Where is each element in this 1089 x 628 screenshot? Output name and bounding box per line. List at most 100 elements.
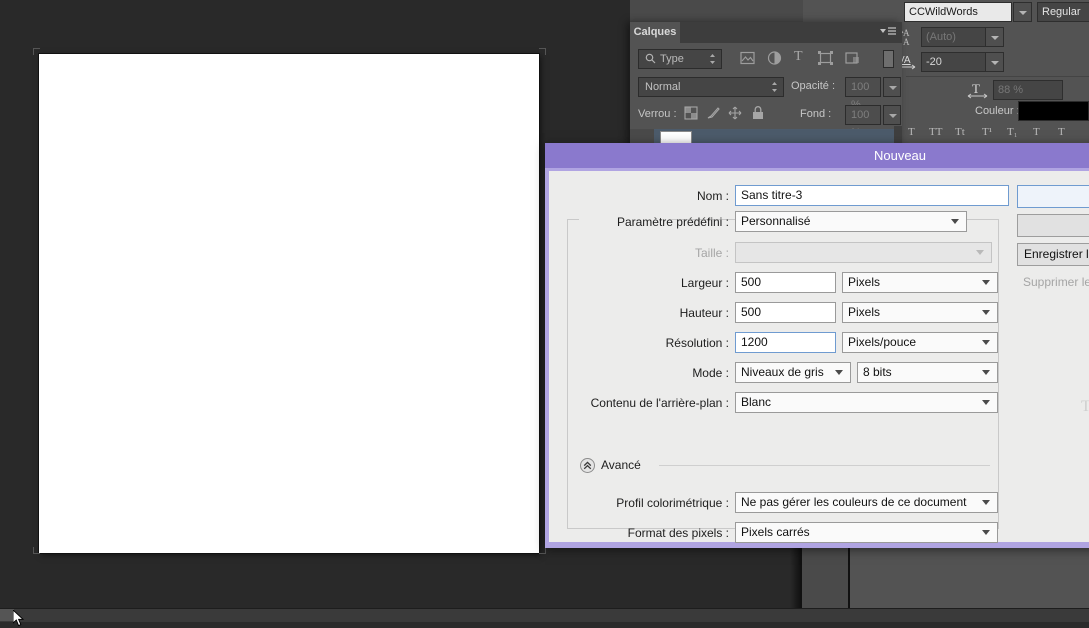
chevron-updown-icon[interactable] (771, 81, 778, 94)
lock-transparent-icon[interactable] (684, 106, 698, 123)
width-label: Largeur : (680, 276, 729, 290)
name-input[interactable]: Sans titre-3 (735, 185, 1009, 206)
ok-button[interactable] (1017, 185, 1089, 208)
chevron-down-icon (982, 309, 990, 317)
tracking-dropdown-arrow[interactable] (985, 52, 1004, 72)
width-unit-select[interactable]: Pixels (842, 272, 998, 293)
chevron-down-icon (951, 218, 959, 226)
preset-select[interactable]: Personnalisé (735, 211, 967, 232)
chevron-updown-icon[interactable] (709, 53, 716, 66)
pixel-aspect-label: Format des pixels : (627, 526, 729, 540)
fill-label: Fond : (800, 108, 832, 120)
lock-paint-icon[interactable] (706, 106, 720, 123)
background-type-glyph: T (1081, 398, 1089, 415)
status-bar (0, 608, 1089, 622)
fill-dropdown-arrow[interactable] (883, 105, 901, 125)
layer-filter-type-select[interactable]: Type (638, 49, 722, 69)
height-unit-value: Pixels (848, 305, 881, 319)
svg-text:A: A (903, 37, 910, 46)
layers-panel[interactable]: Calques Type T Normal Opacité : 100 % V (630, 22, 902, 151)
height-unit-select[interactable]: Pixels (842, 302, 998, 323)
background-content-label: Contenu de l'arrière-plan : (590, 396, 729, 410)
name-label: Nom : (696, 189, 729, 203)
text-color-swatch[interactable] (1018, 101, 1089, 121)
color-profile-value: Ne pas gérer les couleurs de ce document (741, 495, 967, 509)
resize-grip[interactable] (0, 609, 14, 621)
width-unit-value: Pixels (848, 275, 881, 289)
tab-calques[interactable]: Calques (630, 22, 680, 43)
save-preset-button[interactable]: Enregistrer le paramètre prédéfini... (1017, 243, 1089, 266)
height-input[interactable]: 500 (735, 302, 836, 323)
dialog-title: Nouveau (873, 148, 927, 163)
resolution-label: Résolution : (665, 336, 729, 350)
resolution-input[interactable]: 1200 (735, 332, 836, 353)
preset-select-value: Personnalisé (741, 214, 811, 228)
height-label: Hauteur : (679, 306, 729, 320)
document-canvas[interactable] (39, 54, 539, 553)
shape-filter-icon[interactable] (818, 51, 833, 68)
size-select (735, 242, 992, 263)
size-label: Taille : (694, 246, 729, 260)
advanced-toggle-button[interactable] (580, 458, 595, 473)
leading-dropdown-arrow[interactable] (985, 27, 1004, 47)
width-input[interactable]: 500 (735, 272, 836, 293)
layers-tab-strip[interactable]: Calques (630, 22, 902, 43)
pixel-aspect-select[interactable]: Pixels carrés (735, 522, 998, 543)
svg-text:T: T (972, 81, 980, 96)
delete-preset-button: Supprimer le paramètre prédéfini... (1017, 272, 1089, 295)
bit-depth-value: 8 bits (863, 365, 892, 379)
advanced-label: Avancé (601, 458, 641, 472)
chevron-down-icon (982, 399, 990, 407)
mode-label: Mode : (692, 366, 729, 380)
layer-filter-toggle[interactable] (883, 50, 894, 68)
lock-label: Verrou : (638, 108, 677, 120)
font-family-field[interactable]: CCWildWords (904, 2, 1012, 22)
background-content-value: Blanc (741, 395, 772, 409)
canvas-corner-marker-bl (33, 547, 40, 554)
smart-object-filter-icon[interactable] (845, 51, 860, 68)
canvas-corner-marker-tl (33, 48, 40, 55)
adjustment-filter-icon[interactable] (767, 51, 782, 68)
background-content-select[interactable]: Blanc (735, 392, 998, 413)
strikethrough-button[interactable]: T (1058, 126, 1065, 138)
underline-button[interactable]: T (1033, 126, 1040, 138)
opacity-value[interactable]: 100 % (845, 77, 881, 111)
layer-filter-label: Type (660, 53, 684, 65)
chevron-down-icon (835, 369, 843, 377)
superscript-button[interactable]: T¹ (982, 126, 992, 138)
small-caps-button[interactable]: Tt (955, 126, 965, 138)
dialog-titlebar[interactable]: Nouveau (545, 143, 1089, 168)
faux-bold-button[interactable]: T (908, 126, 915, 138)
resolution-unit-select[interactable]: Pixels/pouce (842, 332, 998, 353)
pixel-filter-icon[interactable] (740, 51, 755, 68)
color-label: Couleur : (975, 105, 1020, 117)
lock-all-icon[interactable] (752, 106, 764, 123)
preset-label: Paramètre prédéfini : (616, 215, 729, 229)
bit-depth-select[interactable]: 8 bits (857, 362, 998, 383)
canvas-corner-marker-tr (539, 48, 546, 55)
resolution-unit-value: Pixels/pouce (848, 335, 917, 349)
type-filter-icon[interactable]: T (794, 49, 803, 65)
subscript-button[interactable]: T₁ (1007, 126, 1018, 138)
all-caps-button[interactable]: TT (929, 126, 942, 138)
advanced-divider (659, 465, 990, 466)
font-style-field[interactable]: Regular (1037, 2, 1089, 22)
search-icon (645, 53, 656, 67)
new-document-dialog[interactable]: Nouveau Nom : Sans titre-3 Paramètre pré… (545, 143, 1089, 548)
mode-select[interactable]: Niveaux de gris (735, 362, 851, 383)
color-profile-select[interactable]: Ne pas gérer les couleurs de ce document (735, 492, 998, 513)
mode-select-value: Niveaux de gris (741, 365, 824, 379)
fill-value[interactable]: 100 % (845, 105, 881, 139)
canvas-corner-marker-br (539, 547, 546, 554)
opacity-dropdown-arrow[interactable] (883, 77, 901, 97)
chevron-down-icon (982, 529, 990, 537)
cancel-button[interactable] (1017, 214, 1089, 237)
pixel-aspect-value: Pixels carrés (741, 525, 810, 539)
lock-position-icon[interactable] (728, 106, 742, 123)
scale-percent-icon: T (967, 79, 989, 102)
panel-menu-icon[interactable] (880, 26, 896, 40)
scale-percent-field[interactable]: 88 % (993, 80, 1063, 100)
blend-mode-select[interactable]: Normal (638, 77, 784, 97)
font-family-dropdown-arrow[interactable] (1013, 2, 1032, 22)
opacity-label: Opacité : (791, 80, 836, 92)
